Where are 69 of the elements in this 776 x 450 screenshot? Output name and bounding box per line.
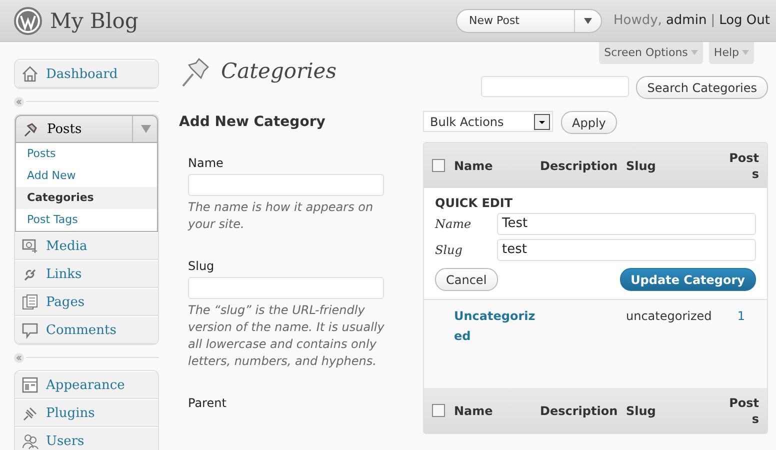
search-field[interactable] <box>481 76 630 97</box>
page-title: Categories <box>221 59 336 83</box>
collapse-icon <box>14 352 24 362</box>
pages-icon <box>21 293 39 311</box>
wordpress-logo-icon <box>14 6 42 34</box>
submenu-item[interactable]: Categories <box>16 187 157 209</box>
column-header[interactable]: Posts <box>722 150 767 182</box>
username-link[interactable]: admin <box>666 13 707 28</box>
separator-text: | <box>710 13 716 28</box>
speech-bubble-icon <box>21 321 39 339</box>
column-header[interactable]: Posts <box>722 394 767 426</box>
search-button[interactable]: Search Categories <box>636 76 768 99</box>
checkbox[interactable] <box>432 159 445 172</box>
layout-icon <box>21 376 39 394</box>
people-icon <box>21 432 39 450</box>
menu-item[interactable]: Dashboard <box>15 60 158 88</box>
submenu-item[interactable]: Add New <box>16 165 157 187</box>
menu-item[interactable]: Pages <box>15 288 158 316</box>
field-label: Slug <box>435 243 464 257</box>
column-header[interactable]: Slug <box>626 402 722 418</box>
caret-icon <box>584 18 592 24</box>
form-heading: Add New Category <box>179 114 326 130</box>
menu-item[interactable]: Appearance <box>15 371 158 399</box>
cancel-button[interactable]: Cancel <box>435 268 498 291</box>
menu-item[interactable]: Media <box>15 232 158 260</box>
screen-tab[interactable]: Help <box>708 42 754 64</box>
category-name-link[interactable]: Uncategorized <box>454 306 540 346</box>
input-field[interactable]: Test <box>497 213 756 235</box>
pushpin-icon <box>22 120 40 138</box>
dropdown-icon <box>534 114 550 130</box>
field-label: Name <box>435 217 472 231</box>
caret-icon <box>742 50 749 55</box>
help-text: The name is how it appears on your site. <box>188 199 374 233</box>
bulk-actions-select[interactable]: Bulk Actions <box>423 111 553 132</box>
help-text: The “slug” is the URL-friendly version of the name. It is usually all lowercase and contains only letters, numbers, and hyphens. <box>188 302 386 370</box>
checkbox[interactable] <box>432 404 445 417</box>
submenu-item[interactable]: Post Tags <box>16 209 157 231</box>
collapse-icon <box>14 96 24 106</box>
column-header[interactable]: Slug <box>626 158 722 174</box>
greeting-text: Howdy, <box>614 13 662 28</box>
column-header[interactable]: Description <box>540 158 626 174</box>
table-cell-text: uncategorized <box>626 308 713 325</box>
screen-tab[interactable]: Screen Options <box>599 42 703 64</box>
quick-edit-title: QUICK EDIT <box>435 196 514 210</box>
menu-item[interactable]: Users <box>15 427 158 450</box>
field-label: Name <box>188 156 224 170</box>
field-label: Slug <box>188 259 216 273</box>
menu-item[interactable]: Comments <box>15 316 158 344</box>
submenu-item[interactable]: Posts <box>16 143 157 165</box>
update-category-button[interactable]: Update Category <box>620 268 756 291</box>
menu-item[interactable]: Posts <box>15 115 158 143</box>
column-header[interactable]: Name <box>454 158 540 174</box>
caret-icon <box>690 50 698 55</box>
camera-icon <box>21 237 39 255</box>
new-post-button[interactable]: New Post <box>456 8 602 32</box>
input-field[interactable]: test <box>497 239 756 261</box>
post-count-link[interactable]: 1 <box>722 306 767 346</box>
house-icon <box>21 65 39 83</box>
input-field[interactable] <box>188 277 384 299</box>
column-header[interactable]: Description <box>540 402 626 418</box>
menu-item[interactable]: Links <box>15 260 158 288</box>
menu-item[interactable]: Plugins <box>15 399 158 427</box>
apply-button[interactable]: Apply <box>561 111 617 134</box>
input-field[interactable] <box>188 174 384 196</box>
column-header[interactable]: Name <box>454 402 540 418</box>
site-title[interactable]: My Blog <box>50 8 138 32</box>
logout-link[interactable]: Log Out <box>719 13 770 28</box>
triangle-icon <box>141 125 151 133</box>
field-label: Parent <box>188 396 228 410</box>
